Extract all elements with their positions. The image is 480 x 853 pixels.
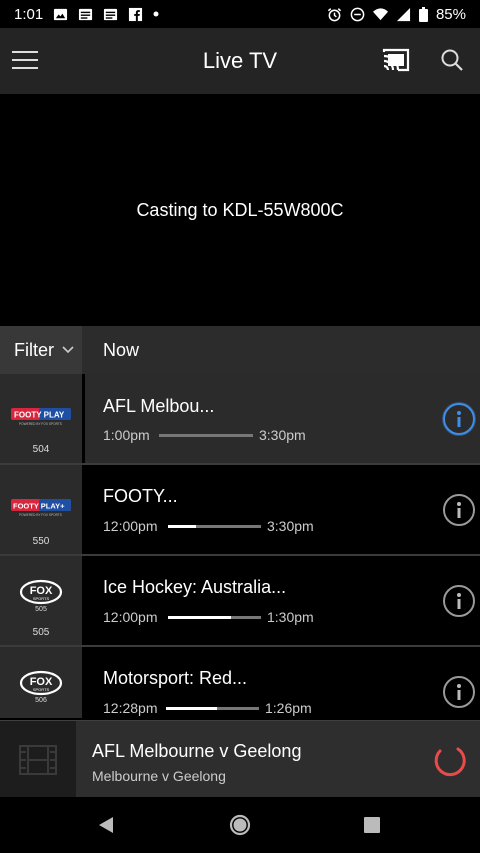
news-notification-icon [79, 8, 93, 20]
wifi-icon [372, 7, 388, 20]
cell-signal-icon [396, 7, 411, 21]
guide-header: Filter Now [0, 326, 480, 374]
program-title: Motorsport: Red... [103, 668, 248, 688]
channel-number: 550 [32, 536, 50, 547]
info-button[interactable] [443, 585, 475, 617]
mini-player-title: AFL Melbourne v Geelong [92, 741, 302, 761]
channel-logo-cell: FOX SPORTS 505 505 [0, 556, 82, 646]
now-column-header: Now [103, 340, 140, 360]
loading-spinner-icon [434, 747, 466, 777]
info-icon [457, 593, 461, 609]
program-start-time: 12:00pm [103, 609, 158, 625]
footy-play-logo: FOOTY PLAY POWERED BY FOX SPORTS [11, 408, 71, 426]
logo-subtext: POWERED BY FOX SPORTS [19, 513, 62, 517]
program-start-time: 12:00pm [103, 518, 158, 534]
mini-player[interactable]: AFL Melbourne v Geelong Melbourne v Geel… [0, 720, 480, 798]
program-progress-bar [168, 616, 261, 619]
image-notification-icon [54, 8, 68, 20]
filter-dropdown[interactable]: Filter [0, 326, 82, 374]
system-nav-bar [0, 797, 480, 853]
program-progress-bar [159, 434, 253, 437]
program-start-time: 12:28pm [103, 700, 158, 716]
info-icon [457, 684, 461, 700]
info-button[interactable] [443, 403, 475, 435]
channel-number: 504 [32, 444, 50, 455]
mini-player-subtitle: Melbourne v Geelong [92, 768, 226, 784]
channel-logo-cell: FOX SPORTS 506 [0, 647, 82, 718]
status-bar: 1:01 85% [0, 0, 480, 28]
filter-label: Filter [14, 339, 54, 360]
logo-text: FOOTY PLAY [14, 411, 65, 420]
logo-subtext: SPORTS [33, 687, 50, 692]
fox-sports-logo: FOX SPORTS 506 [19, 670, 63, 704]
program-cell[interactable]: Ice Hockey: Australia... 12:00pm 1:30pm [85, 556, 480, 646]
program-title: Ice Hockey: Australia... [103, 577, 287, 597]
logo-number: 505 [35, 606, 47, 613]
fox-sports-logo: FOX SPORTS 505 [19, 579, 63, 613]
logo-text: FOOTY PLAY+ [13, 502, 65, 511]
mini-player-thumbnail [0, 721, 76, 798]
logo-subtext: SPORTS [33, 596, 50, 601]
film-placeholder-icon [19, 744, 57, 775]
alarm-icon [327, 7, 342, 21]
recents-icon[interactable] [363, 816, 381, 834]
status-time: 1:01 [14, 5, 44, 23]
battery-percent: 85% [435, 5, 466, 23]
home-icon[interactable] [229, 814, 251, 836]
channel-logo-cell: FOOTY PLAY+ POWERED BY FOX SPORTS 550 [0, 465, 82, 555]
footy-play-plus-logo: FOOTY PLAY+ POWERED BY FOX SPORTS [11, 499, 71, 517]
battery-icon [418, 6, 428, 22]
program-cell[interactable]: FOOTY... 12:00pm 3:30pm [85, 465, 480, 555]
info-button[interactable] [443, 494, 475, 526]
program-title: FOOTY... [103, 486, 178, 506]
program-end-time: 3:30pm [259, 427, 306, 443]
video-player[interactable]: Casting to KDL-55W800C [0, 94, 480, 326]
logo-number: 506 [35, 697, 47, 704]
channel-list[interactable]: FOOTY PLAY POWERED BY FOX SPORTS 504 AFL… [0, 374, 480, 718]
channel-number: 505 [32, 627, 50, 638]
channel-row[interactable]: FOOTY PLAY POWERED BY FOX SPORTS 504 AFL… [0, 374, 480, 464]
program-end-time: 1:26pm [265, 700, 312, 716]
channel-logo-cell: FOOTY PLAY POWERED BY FOX SPORTS 504 [0, 374, 82, 464]
info-icon [457, 411, 461, 427]
back-icon[interactable] [96, 815, 116, 835]
program-title: AFL Melbou... [103, 396, 215, 416]
casting-status: Casting to KDL-55W800C [136, 199, 344, 220]
search-icon[interactable] [440, 48, 464, 72]
program-start-time: 1:00pm [103, 427, 150, 443]
program-cell[interactable]: AFL Melbou... 1:00pm 3:30pm [85, 374, 480, 464]
app-bar: Live TV [0, 28, 480, 94]
channel-row[interactable]: FOX SPORTS 506 Motorsport: Red... 12:28p… [0, 647, 480, 718]
more-notifications-dot-icon [153, 11, 159, 17]
program-progress-bar [168, 525, 261, 528]
program-end-time: 3:30pm [267, 518, 314, 534]
channel-row[interactable]: FOOTY PLAY+ POWERED BY FOX SPORTS 550 FO… [0, 465, 480, 555]
program-end-time: 1:30pm [267, 609, 314, 625]
cast-connected-icon[interactable] [382, 48, 410, 72]
chevron-down-icon [62, 346, 74, 354]
news-notification-icon [104, 8, 118, 20]
info-icon [457, 502, 461, 518]
logo-subtext: POWERED BY FOX SPORTS [19, 422, 62, 426]
program-cell[interactable]: Motorsport: Red... 12:28pm 1:26pm [85, 647, 480, 718]
do-not-disturb-icon [350, 7, 365, 21]
channel-row[interactable]: FOX SPORTS 505 505 Ice Hockey: Australia… [0, 556, 480, 646]
facebook-notification-icon [129, 7, 143, 21]
program-progress-bar [166, 707, 259, 710]
info-button[interactable] [443, 676, 475, 708]
